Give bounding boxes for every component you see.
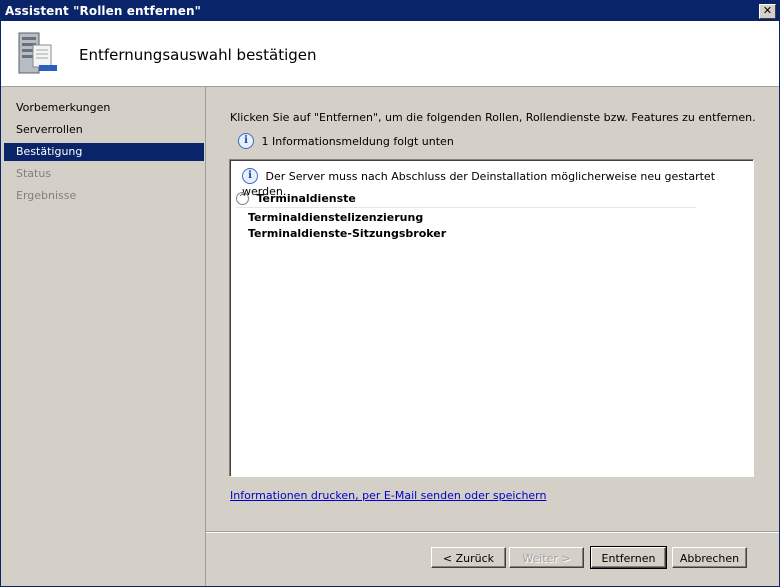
close-button[interactable]: ✕ — [759, 4, 776, 19]
remove-button[interactable]: Entfernen — [590, 546, 667, 569]
intro-text: Klicken Sie auf "Entfernen", um die folg… — [230, 111, 756, 124]
section-terminaldienste: ^ Terminaldienste — [236, 191, 696, 208]
wizard-content: Klicken Sie auf "Entfernen", um die folg… — [206, 87, 779, 586]
confirmation-details-box[interactable]: i Der Server muss nach Abschluss der Dei… — [229, 159, 754, 477]
section-title: Terminaldienste — [256, 191, 356, 205]
print-email-save-link[interactable]: Informationen drucken, per E-Mail senden… — [230, 489, 547, 502]
info-icon: i — [238, 133, 254, 149]
window-title: Assistent "Rollen entfernen" — [5, 4, 201, 18]
next-button: Weiter > — [509, 547, 584, 568]
nav-item-status: Status — [16, 167, 52, 180]
back-button[interactable]: < Zurück — [431, 547, 506, 568]
info-count-text: 1 Informationsmeldung folgt unten — [261, 134, 454, 148]
info-icon: i — [242, 168, 258, 184]
cancel-button[interactable]: Abbrechen — [672, 547, 747, 568]
nav-item-serverrollen[interactable]: Serverrollen — [4, 121, 204, 139]
wizard-header: Entfernungsauswahl bestätigen — [1, 21, 779, 87]
info-summary: i 1 Informationsmeldung folgt unten — [238, 133, 454, 149]
role-service-item: Terminaldienste-Sitzungsbroker — [248, 227, 447, 240]
nav-item-vorbemerkungen[interactable]: Vorbemerkungen — [4, 99, 204, 117]
button-separator — [206, 531, 779, 533]
collapse-chevron-icon[interactable]: ^ — [236, 191, 249, 205]
page-title: Entfernungsauswahl bestätigen — [79, 46, 317, 64]
title-bar[interactable]: Assistent "Rollen entfernen" ✕ — [1, 1, 779, 21]
wizard-navigation: Vorbemerkungen Serverrollen Bestätigung … — [1, 87, 206, 586]
role-service-item: Terminaldienstelizenzierung — [248, 211, 424, 224]
close-icon: ✕ — [762, 4, 773, 17]
server-roles-icon — [18, 32, 57, 74]
nav-item-bestaetigung[interactable]: Bestätigung — [4, 143, 204, 161]
nav-item-ergebnisse: Ergebnisse — [16, 189, 77, 202]
wizard-window: Assistent "Rollen entfernen" ✕ Entfernun… — [0, 0, 780, 587]
